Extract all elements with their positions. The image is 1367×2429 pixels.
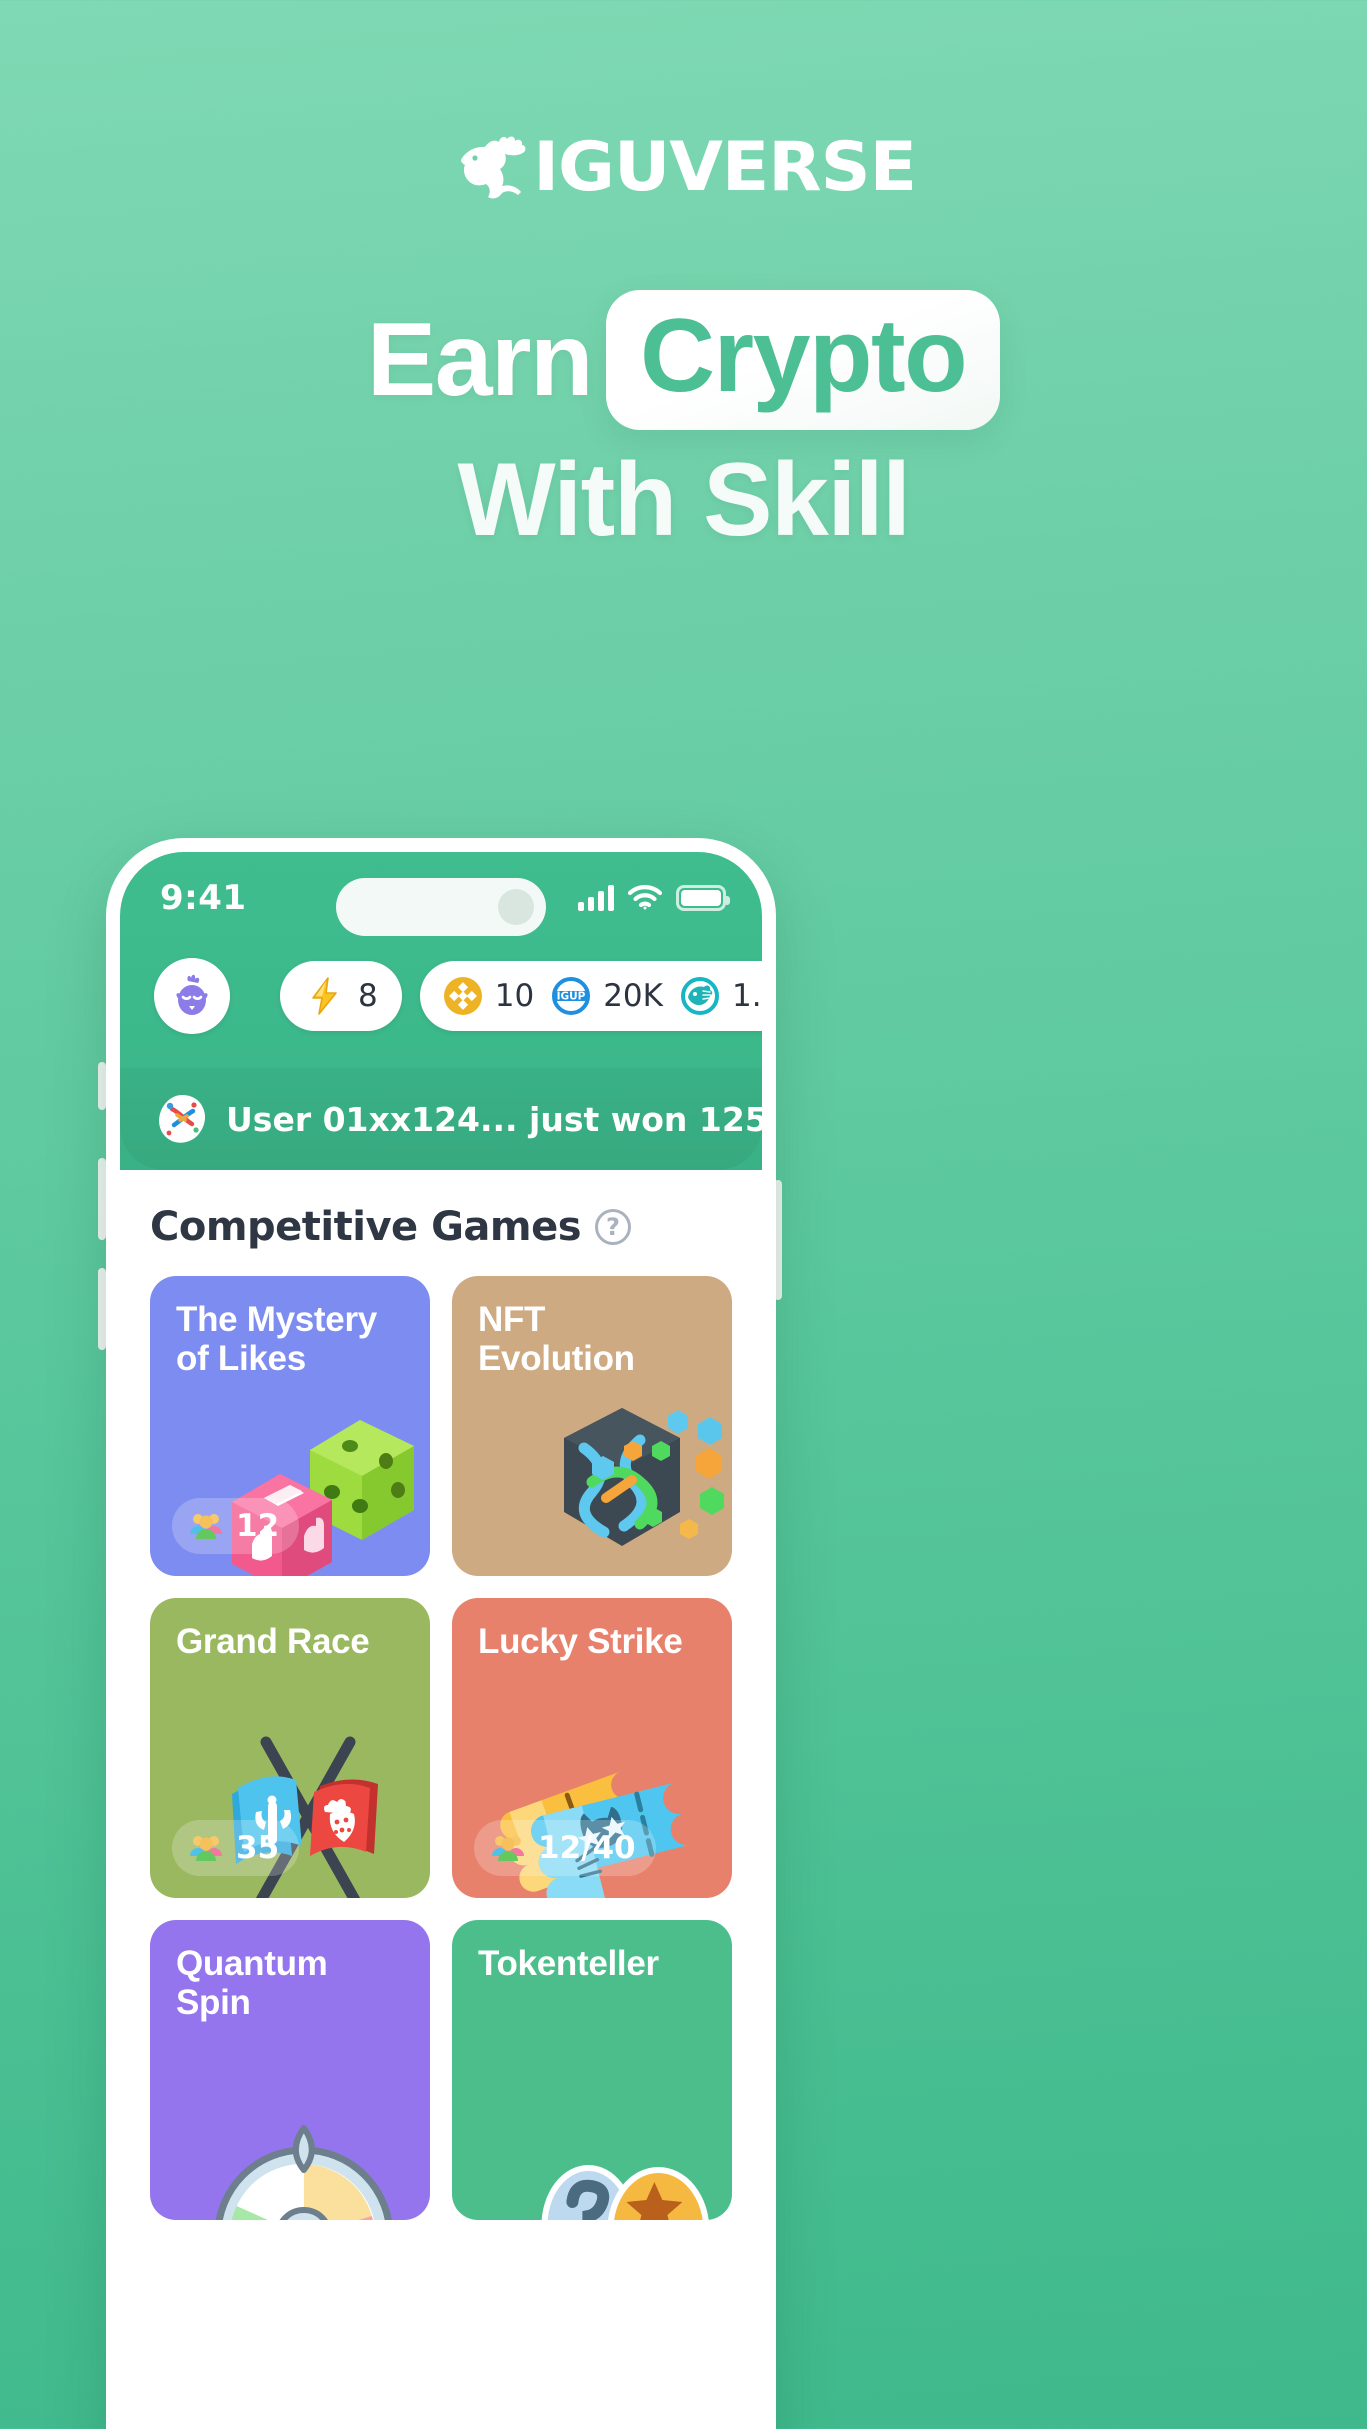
- game-card-players-badge: 35: [172, 1820, 300, 1876]
- game-card-quantum-spin[interactable]: Quantum Spin: [150, 1920, 430, 2220]
- roulette-wheel-icon: [215, 2125, 392, 2220]
- token-igup-value: 20K: [603, 978, 663, 1014]
- game-card-grand-race[interactable]: Grand Race 35: [150, 1598, 430, 1898]
- game-card-title: Quantum Spin: [176, 1944, 328, 2023]
- game-card-players-badge: 12: [172, 1498, 300, 1554]
- app-header: 9:41 8 10 IGUP 20K 1. User 01xx124... ju…: [120, 852, 762, 1170]
- hero-highlight-crypto: Crypto: [606, 290, 1001, 430]
- energy-value: 8: [358, 978, 378, 1014]
- phone-screen: 9:41 8 10 IGUP 20K 1. User 01xx124... ju…: [120, 852, 762, 2429]
- nft-dna-icon: [159, 1095, 206, 1143]
- iguana-icon: [460, 136, 526, 199]
- phone-volume-up-button[interactable]: [98, 1158, 106, 1240]
- bnb-coin-icon: [443, 977, 482, 1015]
- question-mark-icon[interactable]: ?: [595, 1209, 632, 1245]
- players-group-icon: [190, 1514, 222, 1539]
- hero-line-1: Earn Crypto: [0, 290, 1367, 430]
- svg-text:IGUP: IGUP: [557, 991, 586, 1003]
- front-camera-icon: [498, 889, 534, 925]
- activity-ticker-text: User 01xx124... just won 125 VIGU in NFT…: [226, 1099, 762, 1139]
- hero-line-2: With Skill: [0, 442, 1367, 558]
- brand-logo: IGUVERSE: [0, 122, 1367, 212]
- lightning-bolt-icon: [312, 977, 337, 1015]
- dynamic-island: [336, 878, 546, 936]
- game-card-players-badge: 12/40: [474, 1820, 656, 1876]
- token-igup[interactable]: IGUP 20K: [550, 975, 663, 1017]
- game-card-title: Lucky Strike: [478, 1622, 683, 1661]
- hero-word-earn: Earn: [366, 301, 594, 418]
- game-card-title: The Mystery of Likes: [176, 1300, 377, 1379]
- status-bar: 9:41: [120, 852, 762, 944]
- cellular-signal-icon: [578, 885, 614, 911]
- game-card-players-count: 12: [236, 1508, 280, 1544]
- game-card-title: NFT Evolution: [478, 1300, 635, 1379]
- wifi-icon: [628, 885, 662, 910]
- dna-hexagon-icon: [564, 1408, 724, 1546]
- game-card-lucky-strike[interactable]: Lucky Strike 12/40: [452, 1598, 732, 1898]
- game-card-players-count: 12/40: [538, 1830, 636, 1866]
- game-card-players-count: 35: [236, 1830, 280, 1866]
- phone-mockup: 9:41 8 10 IGUP 20K 1. User 01xx124... ju…: [106, 838, 776, 2429]
- hero-word-with-skill: With Skill: [457, 442, 911, 558]
- game-card-title: Grand Race: [176, 1622, 370, 1661]
- game-card-nft-evolution[interactable]: NFT Evolution: [452, 1276, 732, 1576]
- vigu-token-icon: [680, 977, 719, 1015]
- players-group-icon: [190, 1836, 222, 1861]
- activity-ticker[interactable]: User 01xx124... just won 125 VIGU in NFT…: [120, 1068, 762, 1170]
- games-grid: The Mystery of Likes 12 NFT Evolution Gr…: [150, 1276, 732, 2220]
- token-vigu[interactable]: 1.6K: [679, 975, 762, 1017]
- token-bnb[interactable]: 10: [442, 975, 534, 1017]
- game-card-tokenteller[interactable]: Tokenteller: [452, 1920, 732, 2220]
- players-group-icon: [492, 1836, 524, 1861]
- status-bar-icons: [578, 885, 730, 911]
- app-content: Competitive Games ? The Mystery of Likes: [120, 1170, 762, 2220]
- game-card-mystery-of-likes[interactable]: The Mystery of Likes 12: [150, 1276, 430, 1576]
- brand-name: IGUVERSE: [533, 127, 917, 207]
- token-vigu-value: 1.6K: [731, 978, 762, 1014]
- game-card-title: Tokenteller: [478, 1944, 659, 1983]
- phone-mute-button[interactable]: [98, 1062, 106, 1110]
- wallet-stats-row: 8 10 IGUP 20K 1.: [120, 944, 762, 1068]
- energy-pill[interactable]: 8: [280, 961, 402, 1031]
- battery-full-icon: [676, 885, 730, 911]
- user-avatar-icon: [176, 974, 208, 1015]
- status-bar-time: 9:41: [160, 878, 247, 918]
- competitive-games-header: Competitive Games ?: [150, 1204, 732, 1250]
- section-title: Competitive Games: [150, 1204, 582, 1250]
- hero-headline: Earn Crypto With Skill: [0, 290, 1367, 556]
- phone-volume-down-button[interactable]: [98, 1268, 106, 1350]
- user-avatar[interactable]: [154, 958, 230, 1034]
- igup-token-icon: IGUP: [552, 977, 591, 1015]
- token-balances-pill[interactable]: 10 IGUP 20K 1.: [419, 961, 762, 1031]
- token-bnb-value: 10: [494, 978, 535, 1014]
- fortune-coins-icon: [541, 2165, 709, 2220]
